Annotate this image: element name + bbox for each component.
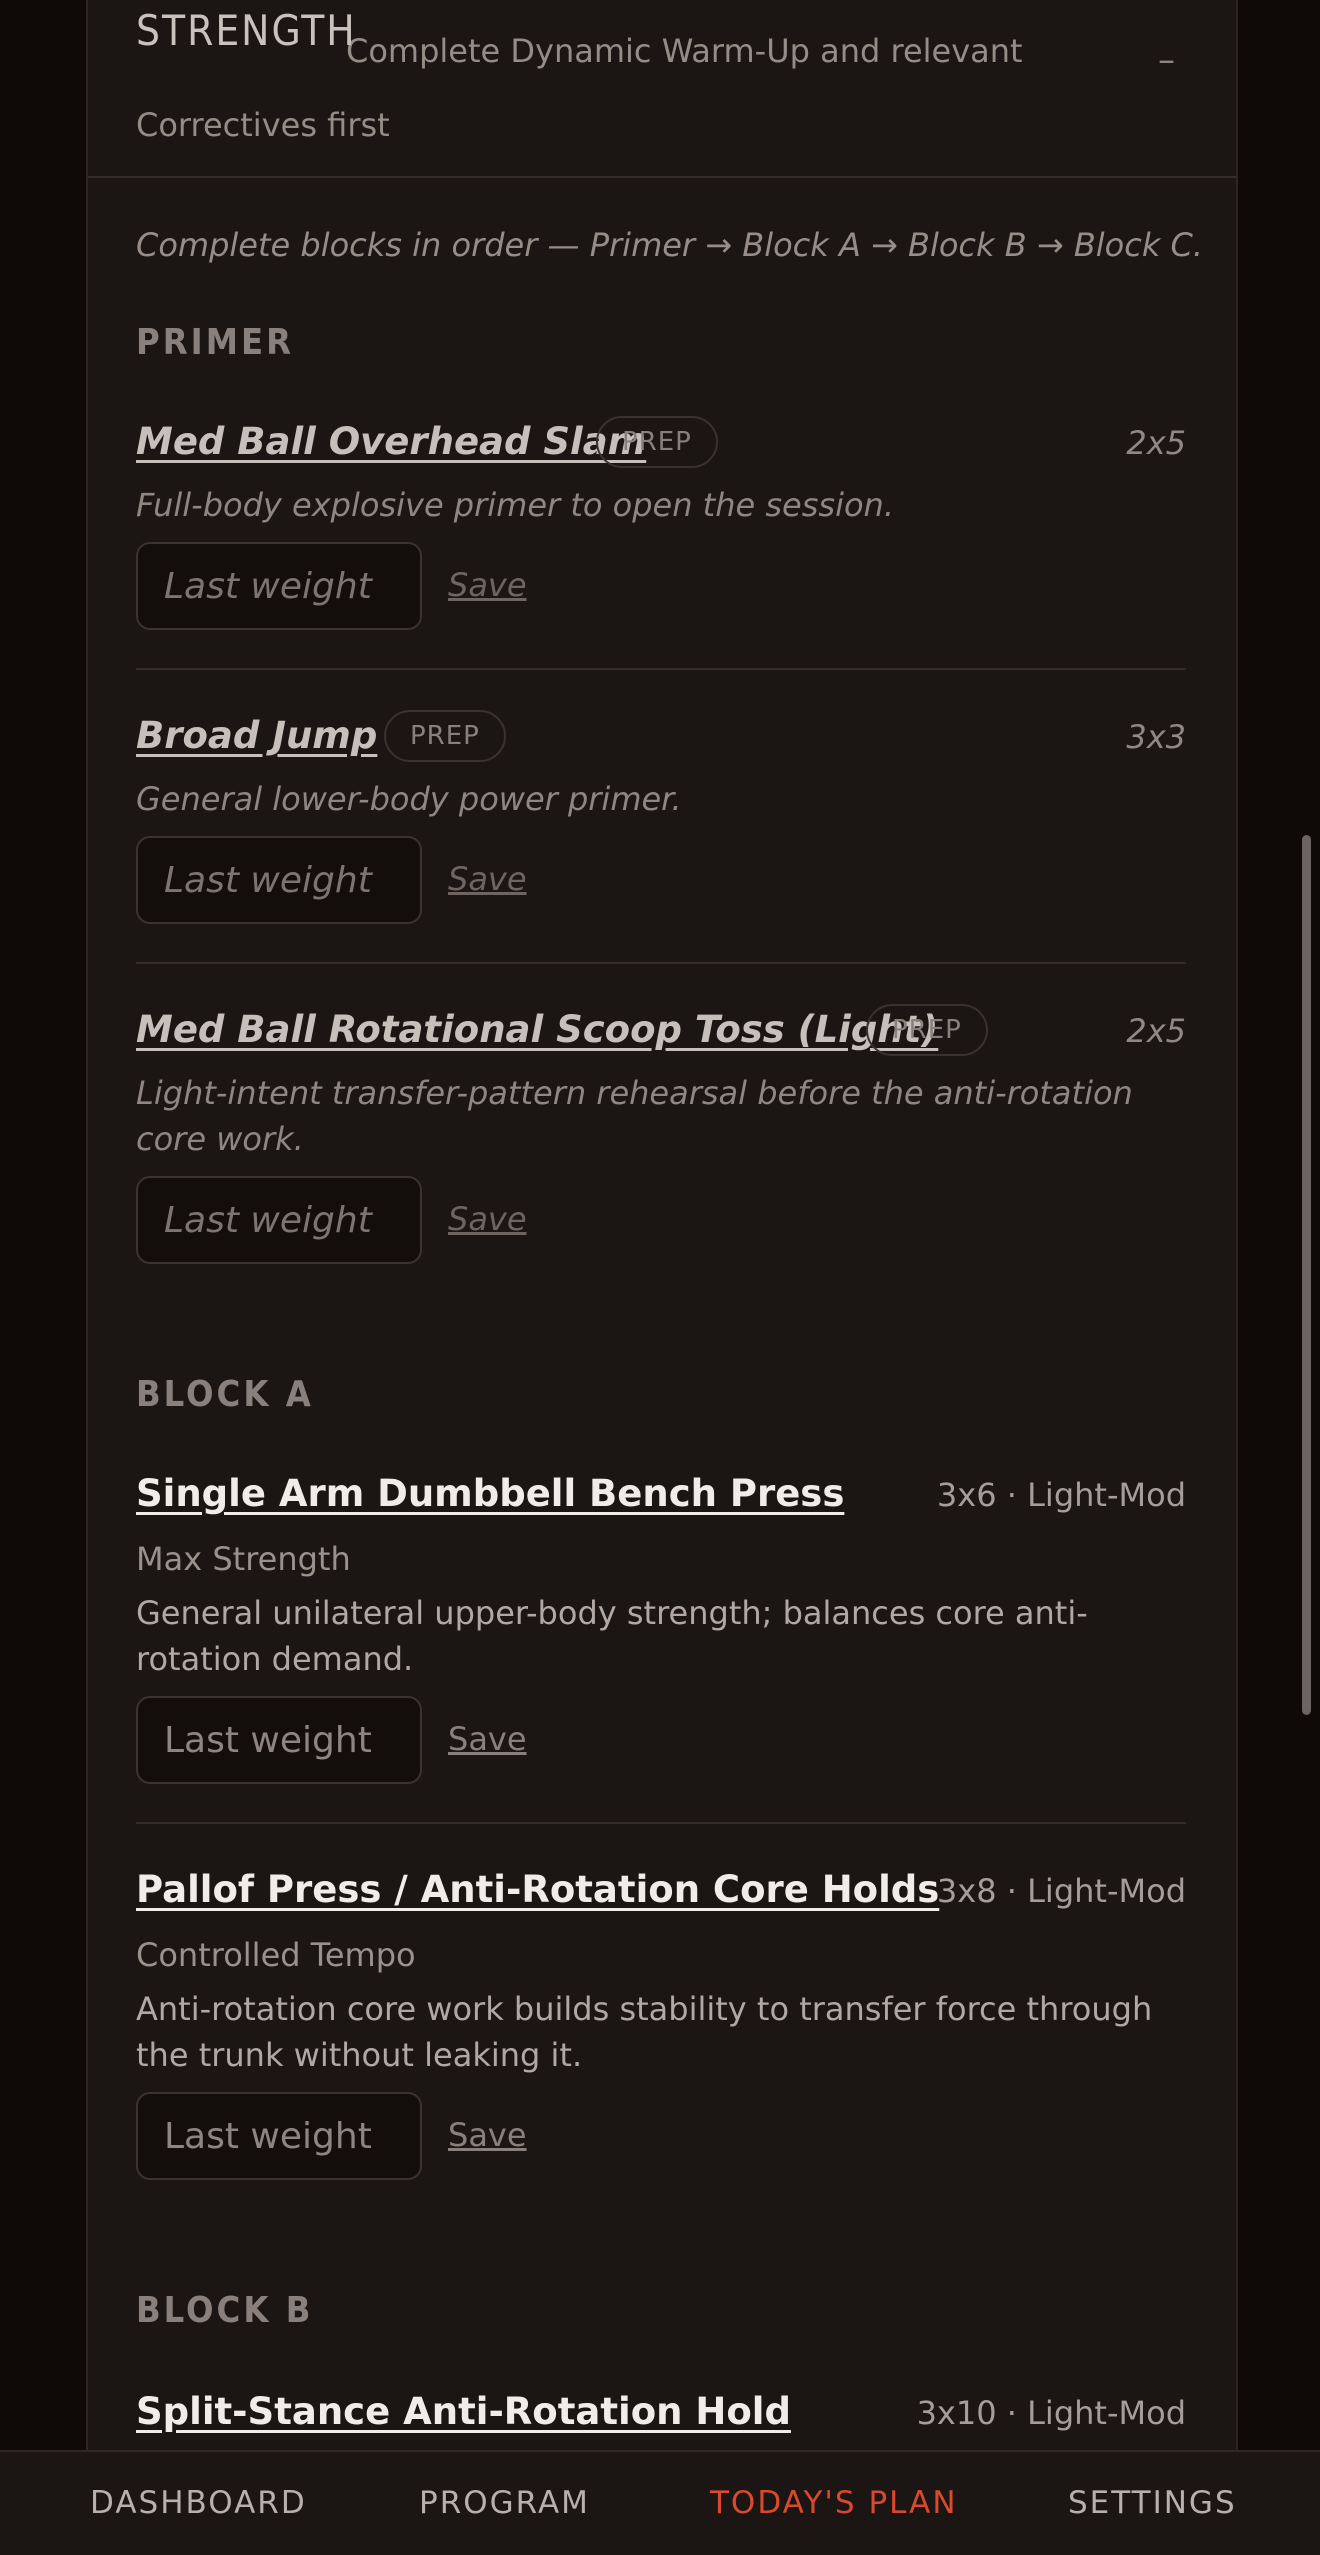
nav-dashboard[interactable]: DASHBOARD	[90, 2452, 307, 2555]
exercise-name-link[interactable]: Pallof Press / Anti-Rotation Core Holds	[136, 1868, 939, 1911]
block-title-b: BLOCK B	[136, 2290, 314, 2331]
block-title-primer: PRIMER	[136, 322, 295, 363]
exercise-sets: 3x6 · Light-Mod	[936, 1476, 1186, 1514]
bottom-nav: DASHBOARD PROGRAM TODAY'S PLAN SETTINGS	[0, 2450, 1320, 2555]
exercise-name-link[interactable]: Split-Stance Anti-Rotation Hold	[136, 2390, 791, 2433]
save-link[interactable]: Save	[448, 1720, 527, 1758]
workout-panel: Complete Dynamic Warm-Up and relevant Co…	[86, 0, 1238, 2553]
strength-section-header[interactable]: Complete Dynamic Warm-Up and relevant Co…	[88, 0, 1236, 178]
exercise-description: Light-intent transfer-pattern rehearsal …	[136, 1074, 1133, 1158]
save-link[interactable]: Save	[448, 1200, 527, 1238]
divider	[136, 1822, 1186, 1824]
exercise-description: General unilateral upper-body strength; …	[136, 1594, 1088, 1678]
divider	[136, 962, 1186, 964]
prep-badge: PREP	[866, 1004, 988, 1056]
exercise-description: Anti-rotation core work builds stability…	[136, 1990, 1153, 2074]
last-weight-input[interactable]	[138, 1698, 420, 1782]
last-weight-field[interactable]	[136, 1176, 422, 1264]
prep-badge: PREP	[384, 710, 506, 762]
block-title-a: BLOCK A	[136, 1374, 314, 1415]
save-link[interactable]: Save	[448, 860, 527, 898]
exercise-name-link[interactable]: Med Ball Rotational Scoop Toss (Light)	[136, 1008, 938, 1051]
exercise-name-link[interactable]: Med Ball Overhead Slam	[136, 420, 646, 463]
divider	[136, 668, 1186, 670]
nav-program[interactable]: PROGRAM	[419, 2452, 590, 2555]
scrollbar-thumb[interactable]	[1302, 835, 1311, 1715]
last-weight-input[interactable]	[138, 1178, 420, 1262]
exercise-sets: 2x5	[1126, 424, 1186, 462]
exercise-sets: 3x3	[1126, 718, 1186, 756]
exercise-description: General lower-body power primer.	[136, 780, 682, 818]
last-weight-input[interactable]	[138, 2094, 420, 2178]
block-order-instructions: Complete blocks in order — Primer → Bloc…	[136, 226, 1204, 264]
exercise-focus: Controlled Tempo	[136, 1936, 416, 1974]
exercise-name-link[interactable]: Single Arm Dumbbell Bench Press	[136, 1472, 844, 1515]
last-weight-field[interactable]	[136, 836, 422, 924]
nav-todays-plan[interactable]: TODAY'S PLAN	[710, 2452, 958, 2555]
nav-settings[interactable]: SETTINGS	[1068, 2452, 1237, 2555]
collapse-icon[interactable]: –	[1158, 40, 1175, 80]
exercise-focus: Max Strength	[136, 1540, 351, 1578]
last-weight-input[interactable]	[138, 544, 420, 628]
exercise-sets: 3x8 · Light-Mod	[936, 1872, 1186, 1910]
exercise-description: Full-body explosive primer to open the s…	[136, 486, 894, 524]
last-weight-input[interactable]	[138, 838, 420, 922]
exercise-name-link[interactable]: Broad Jump	[136, 714, 377, 757]
prep-badge: PREP	[596, 416, 718, 468]
exercise-sets: 3x10 · Light-Mod	[916, 2394, 1186, 2432]
last-weight-field[interactable]	[136, 542, 422, 630]
section-title: STRENGTH	[136, 6, 357, 55]
last-weight-field[interactable]	[136, 1696, 422, 1784]
save-link[interactable]: Save	[448, 2116, 527, 2154]
exercise-sets: 2x5	[1126, 1012, 1186, 1050]
save-link[interactable]: Save	[448, 566, 527, 604]
last-weight-field[interactable]	[136, 2092, 422, 2180]
